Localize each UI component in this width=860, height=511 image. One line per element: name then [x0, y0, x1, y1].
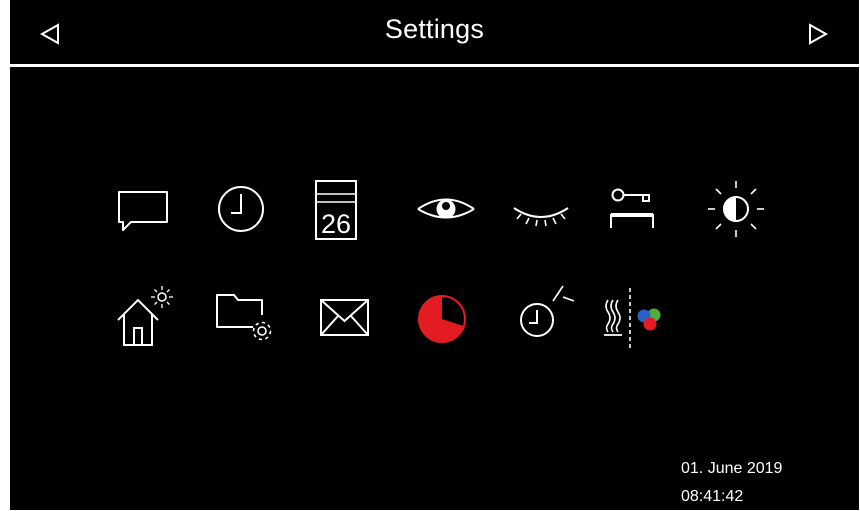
messages-envelope-button[interactable] [311, 283, 377, 349]
current-date: 01. June 2019 [681, 460, 783, 477]
eye-closed-icon [513, 207, 569, 227]
heat-color-button[interactable] [601, 283, 667, 349]
heat-color-icon [604, 288, 661, 348]
clock-alarm-icon [520, 285, 574, 337]
status-footer: 01. June 2019 08:41:42 [681, 455, 782, 511]
next-page-button[interactable] [800, 16, 834, 50]
eye-open-icon [417, 198, 475, 219]
message-icon [118, 191, 168, 231]
current-time: 08:41:42 [681, 488, 744, 505]
alarm-clock-button[interactable] [508, 283, 574, 349]
triangle-right-icon [809, 23, 829, 45]
page-title: Settings [384, 14, 485, 44]
settings-screen: Settings 26 01. June 2019 08:41:42 [10, 0, 859, 510]
header-bar: Settings [10, 0, 859, 64]
brightness-icon [708, 181, 764, 237]
key-lock-button[interactable] [603, 176, 669, 242]
clock-button[interactable] [208, 176, 274, 242]
folder-settings-button[interactable] [212, 283, 278, 349]
folder-settings-icon [216, 294, 272, 341]
home-sun-button[interactable] [110, 283, 176, 349]
envelope-icon [320, 299, 369, 336]
eye-open-button[interactable] [413, 176, 479, 242]
pie-progress-icon [418, 295, 466, 343]
brightness-button[interactable] [703, 176, 769, 242]
eye-closed-button[interactable] [508, 176, 574, 242]
key-lock-icon [610, 188, 654, 228]
calendar-button[interactable]: 26 [303, 176, 369, 242]
clock-icon [218, 186, 264, 232]
calendar-day: 26 [321, 209, 351, 239]
calendar-icon: 26 [315, 180, 357, 240]
header-divider [10, 64, 859, 67]
messages-button[interactable] [109, 176, 175, 242]
home-sun-icon [117, 286, 173, 346]
pie-progress-button[interactable] [409, 283, 475, 349]
